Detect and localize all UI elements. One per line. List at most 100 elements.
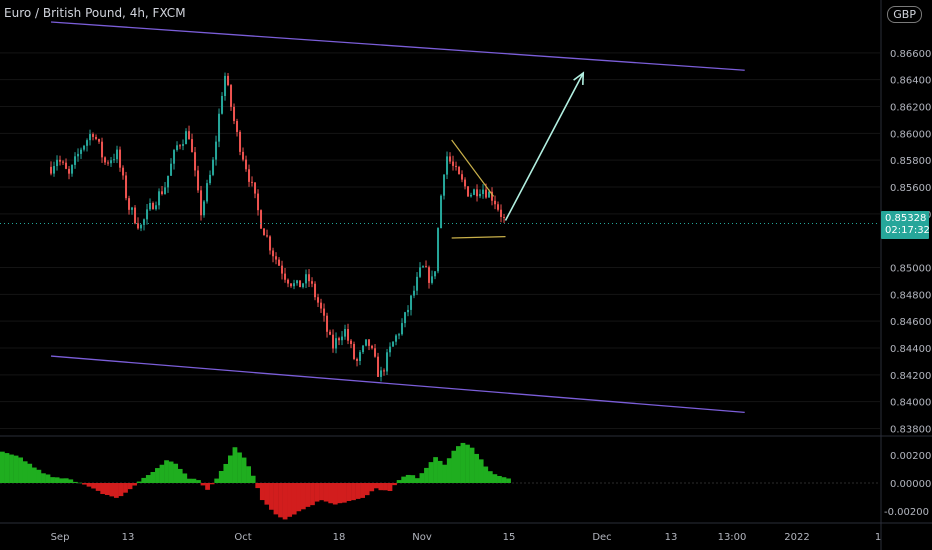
osc-bar xyxy=(72,481,78,483)
candle-body xyxy=(422,266,425,268)
osc-bar xyxy=(77,482,83,484)
channel-upper-line xyxy=(50,21,745,71)
candle-body xyxy=(74,156,77,165)
osc-bar xyxy=(360,483,365,498)
osc-bar xyxy=(506,478,511,483)
candle-body xyxy=(155,205,158,210)
price-tick-label: 0.84200 xyxy=(890,371,931,382)
candle-body xyxy=(143,219,146,225)
candle-body xyxy=(368,339,371,346)
osc-bar xyxy=(287,483,293,517)
candle-body xyxy=(107,162,110,164)
osc-bar xyxy=(228,455,233,483)
candle-body xyxy=(329,331,332,335)
drawings-group[interactable] xyxy=(50,21,745,414)
candle-body xyxy=(272,250,275,257)
osc-bar xyxy=(159,464,165,483)
osc-bar xyxy=(264,483,270,505)
osc-bar xyxy=(223,463,229,483)
candle-body xyxy=(161,191,164,195)
candle-body xyxy=(362,345,365,353)
osc-bar xyxy=(337,483,343,504)
candle-body xyxy=(224,75,227,96)
price-tick-label: 0.85800 xyxy=(890,156,931,167)
osc-bar xyxy=(456,446,461,483)
osc-bar xyxy=(145,475,151,483)
candle-body xyxy=(287,279,290,284)
channel-lower-line xyxy=(50,355,745,414)
candle-body xyxy=(71,164,74,174)
osc-bar xyxy=(141,477,147,483)
osc-bar xyxy=(63,478,69,483)
osc-bar xyxy=(31,467,37,483)
osc-bar xyxy=(401,476,407,483)
last-price: 0.85328 xyxy=(885,213,927,224)
time-tick-label: 13 xyxy=(665,532,678,543)
candle-body xyxy=(431,276,434,283)
candle-body xyxy=(416,276,419,291)
candle-body xyxy=(398,334,401,336)
chart-canvas[interactable]: 0.86600 0.86400 0.86200 0.86000 0.85800 0.856… xyxy=(0,0,932,550)
osc-bar xyxy=(314,483,320,502)
candle-body xyxy=(50,166,53,174)
price-axis[interactable]: 0.86600 0.86400 0.86200 0.86000 0.85800 0.856… xyxy=(884,49,931,518)
candle-body xyxy=(185,131,188,145)
osc-bar xyxy=(332,483,338,505)
candle-body xyxy=(314,283,317,298)
candle-body xyxy=(134,207,137,224)
osc-bar xyxy=(296,483,302,512)
osc-bar xyxy=(323,483,329,502)
candle-body xyxy=(443,174,446,196)
osc-bar xyxy=(451,450,457,483)
time-tick-label: Sep xyxy=(51,532,70,543)
osc-bar xyxy=(136,481,142,483)
candle-body xyxy=(233,106,236,122)
candle-body xyxy=(281,265,284,274)
osc-bar xyxy=(186,478,192,483)
candle-body xyxy=(152,203,155,210)
osc-bar xyxy=(424,467,429,483)
time-tick-label: Dec xyxy=(592,532,611,543)
candle-body xyxy=(269,236,272,251)
candle-body xyxy=(182,144,185,146)
candle-body xyxy=(341,336,344,341)
osc-bar xyxy=(255,483,261,489)
candle-body xyxy=(86,140,89,146)
osc-bar xyxy=(392,483,397,486)
osc-bar xyxy=(328,483,334,504)
candles-group xyxy=(0,72,880,382)
candle-body xyxy=(146,209,149,220)
currency-badge[interactable]: GBP xyxy=(887,6,922,23)
candle-body xyxy=(284,273,287,280)
candle-body xyxy=(455,165,458,167)
candle-body xyxy=(335,338,338,349)
osc-bar xyxy=(442,464,448,483)
candle-body xyxy=(350,340,353,345)
osc-bar xyxy=(218,470,224,483)
osc-bar xyxy=(465,444,470,483)
candle-body xyxy=(296,280,299,284)
candle-body xyxy=(212,159,215,175)
candle-body xyxy=(200,190,203,216)
wedge-lower-line xyxy=(451,236,506,239)
candle-body xyxy=(374,348,377,357)
time-tick-label: Oct xyxy=(234,532,251,543)
candle-body xyxy=(326,315,329,332)
candle-body xyxy=(140,224,143,229)
candle-body xyxy=(359,352,362,361)
osc-tick-label: 0.00000 xyxy=(890,479,931,490)
symbol-title[interactable]: Euro / British Pound, 4h, FXCM xyxy=(4,6,186,20)
candle-body xyxy=(113,159,116,161)
candle-body xyxy=(77,153,80,157)
candle-body xyxy=(392,341,395,347)
time-tick-label: 18 xyxy=(333,532,346,543)
candle-body xyxy=(377,356,380,377)
osc-bar xyxy=(232,447,238,483)
osc-bar xyxy=(91,483,96,489)
time-axis[interactable]: Sep 13 Oct 18 Nov 15 Dec 13 13:00 2022 1 xyxy=(51,532,882,543)
osc-bar xyxy=(18,457,23,483)
osc-bar xyxy=(200,483,206,486)
candle-body xyxy=(227,75,230,86)
candle-body xyxy=(179,145,182,147)
candle-body xyxy=(473,189,476,195)
